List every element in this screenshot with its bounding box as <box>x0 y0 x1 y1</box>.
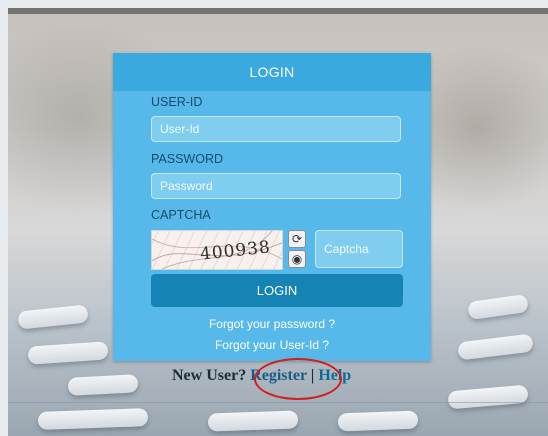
keyboard-key <box>467 293 529 321</box>
password-label: PASSWORD <box>151 152 223 166</box>
help-link[interactable]: Help <box>318 367 351 384</box>
captcha-image: 400938 <box>151 230 283 270</box>
keyboard-key <box>37 408 149 430</box>
userid-label: USER-ID <box>151 95 203 109</box>
top-border <box>8 8 548 14</box>
bottom-links: New User? Register | Help <box>172 367 351 385</box>
link-separator: | <box>310 367 315 384</box>
keyboard-key <box>207 410 299 432</box>
keyboard-key <box>337 410 419 432</box>
userid-input[interactable] <box>151 116 401 142</box>
refresh-icon[interactable]: ⟳ <box>288 230 306 248</box>
new-user-text: New User? <box>172 367 247 384</box>
background-image: LOGIN USER-ID PASSWORD CAPTCHA 400938 ⟳ … <box>8 8 548 436</box>
keyboard-key <box>447 384 529 410</box>
captcha-label: CAPTCHA <box>151 208 211 222</box>
divider-line <box>8 402 548 403</box>
keyboard-key <box>27 341 109 365</box>
keyboard-key <box>457 333 534 361</box>
password-input[interactable] <box>151 173 401 199</box>
forgot-password-link[interactable]: Forgot your password ? <box>113 317 431 331</box>
login-title: LOGIN <box>113 53 431 91</box>
keyboard-key <box>67 374 139 396</box>
captcha-input[interactable] <box>315 230 403 268</box>
login-panel: LOGIN USER-ID PASSWORD CAPTCHA 400938 ⟳ … <box>113 53 431 361</box>
login-button[interactable]: LOGIN <box>151 274 403 307</box>
keyboard-key <box>17 304 89 330</box>
audio-captcha-icon[interactable]: ◉ <box>288 250 306 268</box>
forgot-userid-link[interactable]: Forgot your User-Id ? <box>113 338 431 352</box>
register-link[interactable]: Register <box>250 367 307 384</box>
